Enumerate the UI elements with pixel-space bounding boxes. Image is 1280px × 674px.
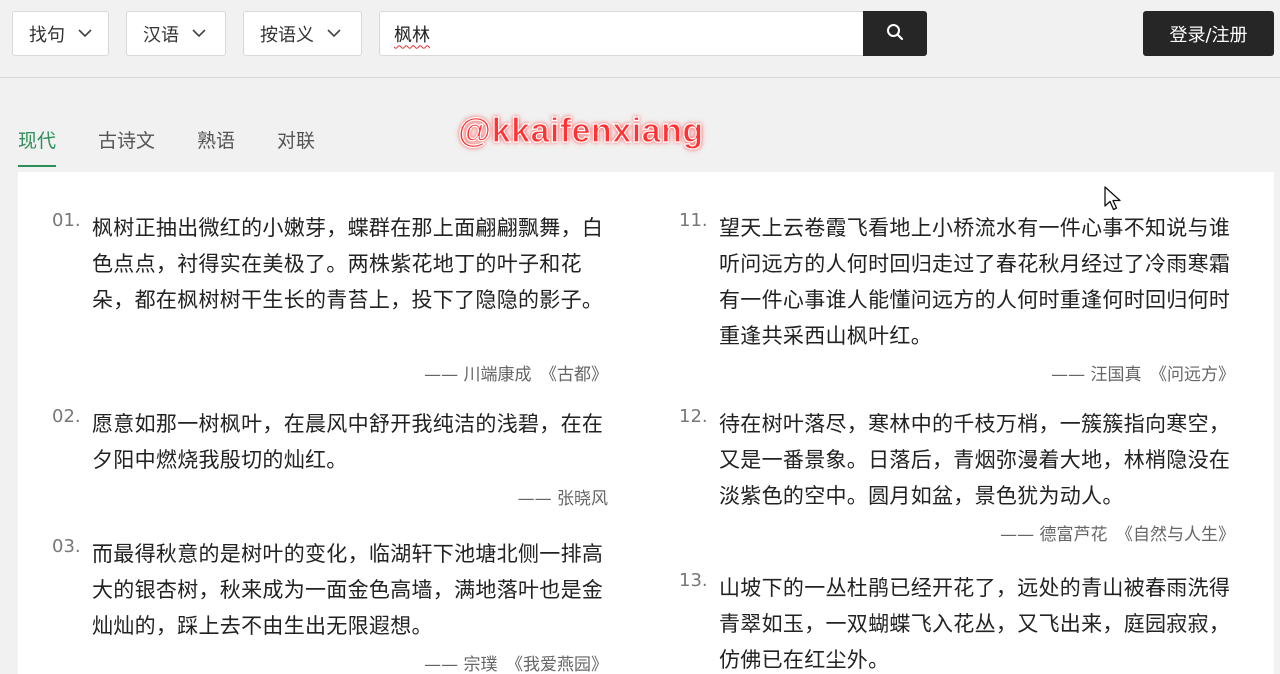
result-text: 望天上云卷霞飞看地上小桥流水有一件心事不知说与谁听问远方的人何时回归走过了春花秋… xyxy=(719,216,1231,348)
search-input-value: 枫林 xyxy=(394,24,430,46)
result-text: 而最得秋意的是树叶的变化，临湖轩下池塘北侧一排高大的银杏树，秋来成为一面金色高墙… xyxy=(92,542,604,638)
result-number: 12. xyxy=(679,406,708,427)
search-mode-select[interactable]: 按语义 xyxy=(243,11,362,56)
tab-couplets[interactable]: 对联 xyxy=(277,126,315,167)
result-number: 13. xyxy=(679,570,708,591)
tab-modern[interactable]: 现代 xyxy=(18,126,57,167)
result-number: 02. xyxy=(52,406,81,427)
tab-idioms[interactable]: 熟语 xyxy=(197,126,235,167)
result-source: —— 张晓风 xyxy=(517,489,608,509)
result-text: 待在树叶落尽，寒林中的千枝万梢，一簇簇指向寒空，又是一番景象。日落后，青烟弥漫着… xyxy=(719,412,1231,508)
login-register-button[interactable]: 登录/注册 xyxy=(1143,11,1274,56)
result-number: 03. xyxy=(52,536,81,557)
result-number: 01. xyxy=(52,210,81,231)
result-text: 愿意如那一树枫叶，在晨风中舒开我纯洁的浅碧，在在夕阳中燃烧我殷切的灿红。 xyxy=(92,412,604,472)
search-button[interactable] xyxy=(863,11,927,56)
tab-classical-poetry[interactable]: 古诗文 xyxy=(98,126,155,167)
results-panel: 01. 枫树正抽出微红的小嫩芽，蝶群在那上面翩翩飘舞，白色点点，衬得实在美极了。… xyxy=(18,172,1274,674)
chevron-down-icon xyxy=(77,26,93,42)
category-tabs: 现代 古诗文 熟语 对联 xyxy=(18,126,357,167)
result-text: 枫树正抽出微红的小嫩芽，蝶群在那上面翩翩飘舞，白色点点，衬得实在美极了。两株紫花… xyxy=(92,216,604,312)
sentence-type-select[interactable]: 找句 xyxy=(12,11,109,56)
search-icon xyxy=(886,23,904,45)
result-source: —— 川端康成 《古都》 xyxy=(424,365,608,385)
result-text: 山坡下的一丛杜鹃已经开花了，远处的青山被春雨洗得青翠如玉，一双蝴蝶飞入花丛，又飞… xyxy=(719,576,1231,672)
search-mode-label: 按语义 xyxy=(260,24,314,46)
result-source: —— 汪国真 《问远方》 xyxy=(1051,365,1235,385)
top-bar: 找句 汉语 按语义 枫林 登录/注册 xyxy=(0,0,1280,78)
chevron-down-icon xyxy=(326,26,342,42)
search-input[interactable]: 枫林 xyxy=(379,11,864,56)
watermark: @kkaifenxiang xyxy=(457,111,704,150)
result-source: —— 宗璞 《我爱燕园》 xyxy=(424,655,608,674)
language-label: 汉语 xyxy=(143,24,179,46)
language-select[interactable]: 汉语 xyxy=(126,11,226,56)
chevron-down-icon xyxy=(191,26,207,42)
result-number: 11. xyxy=(679,210,708,231)
result-source: —— 德富芦花 《自然与人生》 xyxy=(1000,525,1235,545)
sentence-type-label: 找句 xyxy=(29,24,65,46)
mouse-pointer-icon xyxy=(1104,186,1122,216)
